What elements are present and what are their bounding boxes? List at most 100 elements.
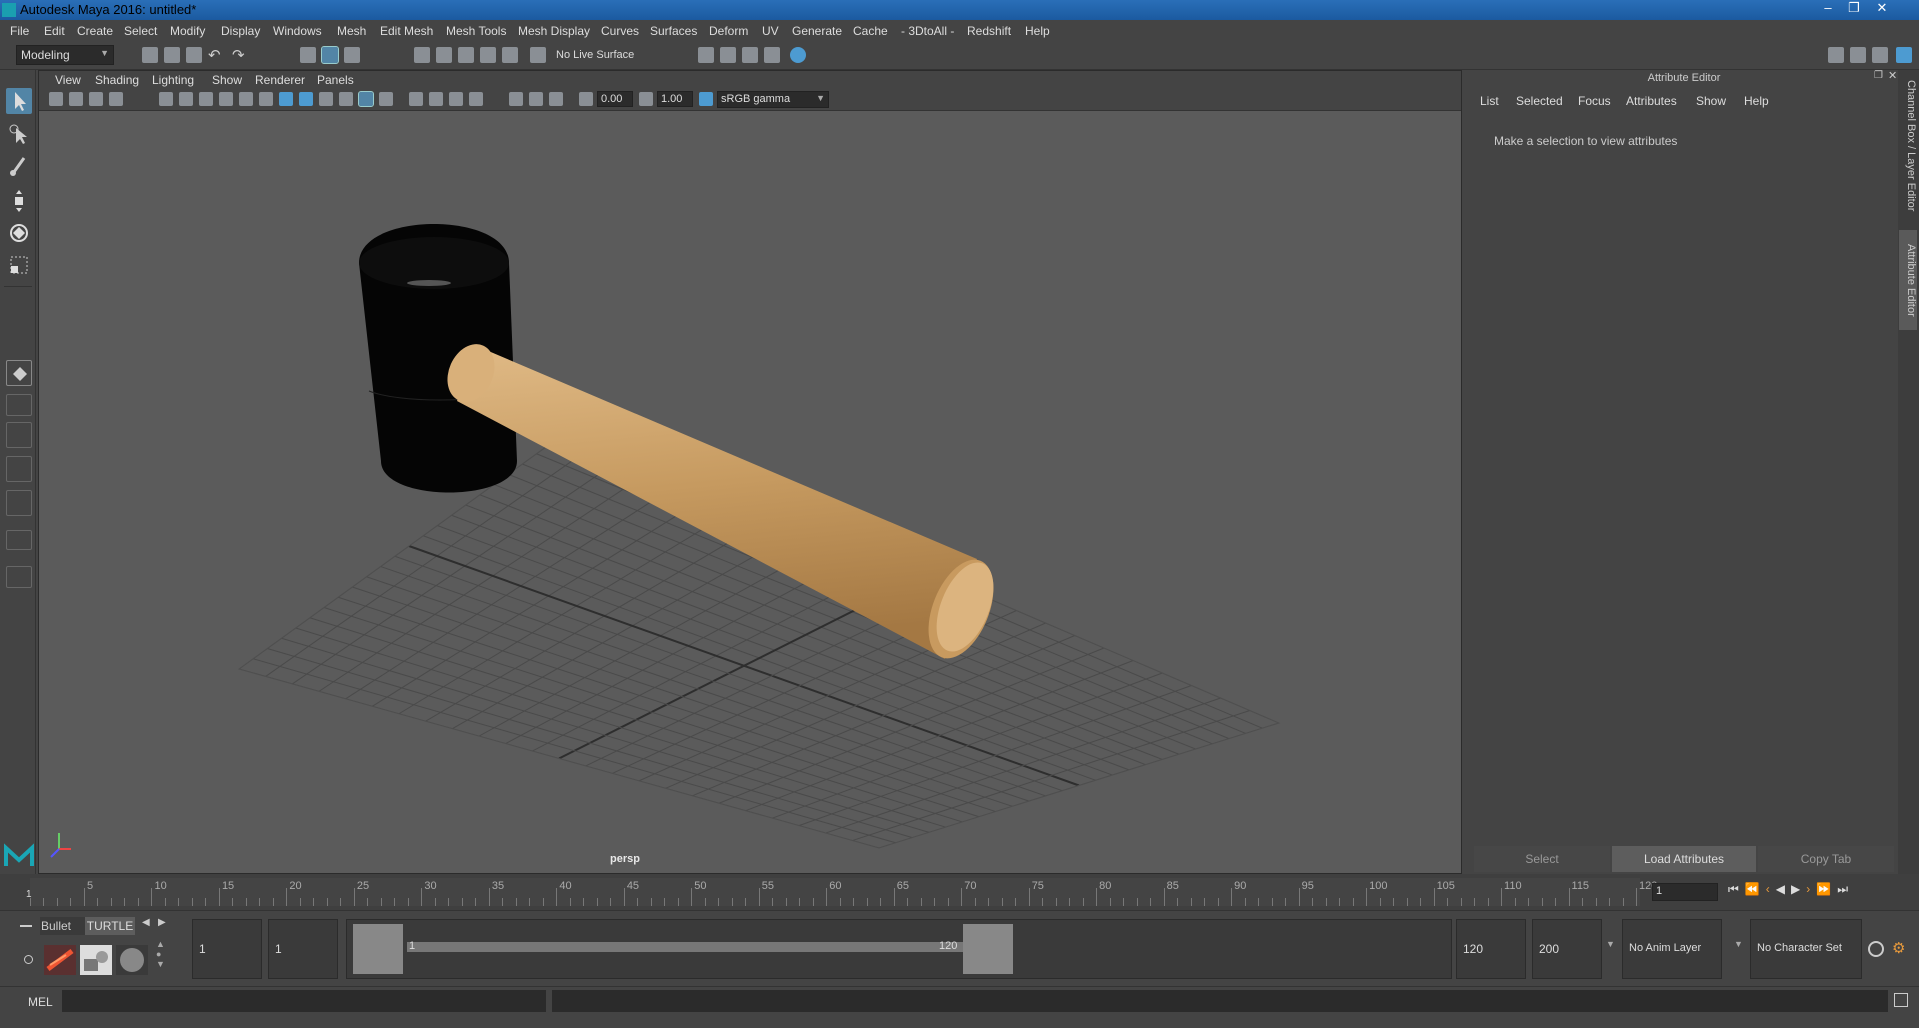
- select-camera-icon[interactable]: [49, 92, 63, 106]
- layout-options-icon[interactable]: [6, 530, 32, 550]
- select-hierarchy-icon[interactable]: [300, 47, 316, 63]
- go-to-start-icon[interactable]: ⏮: [1728, 882, 1745, 896]
- gamma-icon[interactable]: [639, 92, 653, 106]
- ipr-render-icon[interactable]: [742, 47, 758, 63]
- time-slider[interactable]: 1 5 10 15 20 25 30 35 40 45 50 55 60 65 70 75 80 85 90 95 1…: [0, 874, 1919, 910]
- step-forward-key-icon[interactable]: ⏩: [1816, 882, 1837, 896]
- range-start-handle[interactable]: [353, 924, 403, 974]
- select-button[interactable]: Select: [1474, 846, 1610, 872]
- range-bar[interactable]: [407, 942, 967, 952]
- hypershade-icon[interactable]: [790, 47, 806, 63]
- rotate-tool-icon[interactable]: [6, 220, 32, 246]
- persp-graph-layout-icon[interactable]: [6, 456, 32, 482]
- gate-mask-icon[interactable]: [219, 92, 233, 106]
- anti-aliasing-icon[interactable]: [469, 92, 483, 106]
- redo-icon[interactable]: ↷: [232, 46, 245, 64]
- shelf-scroll-vertical-icon[interactable]: ▲ ● ▼: [156, 939, 166, 979]
- menu-curves[interactable]: Curves: [601, 24, 639, 38]
- playback-start-field[interactable]: 1: [268, 919, 338, 979]
- attr-menu-attributes[interactable]: Attributes: [1626, 94, 1677, 108]
- anim-layer-dropdown[interactable]: No Anim Layer: [1622, 919, 1722, 979]
- motion-blur-icon[interactable]: [449, 92, 463, 106]
- panel-menu-panels[interactable]: Panels: [317, 73, 354, 87]
- go-to-end-icon[interactable]: ⏭: [1837, 882, 1854, 896]
- bookmark-icon[interactable]: [89, 92, 103, 106]
- shelf-tab-turtle[interactable]: TURTLE: [85, 917, 135, 935]
- panel-menu-show[interactable]: Show: [212, 73, 242, 87]
- attr-menu-show[interactable]: Show: [1696, 94, 1726, 108]
- load-attributes-button[interactable]: Load Attributes: [1612, 846, 1756, 872]
- snap-grid-icon[interactable]: [414, 47, 430, 63]
- script-editor-icon[interactable]: [1894, 993, 1908, 1007]
- copy-tab-button[interactable]: Copy Tab: [1758, 846, 1894, 872]
- snap-view-plane-icon[interactable]: [480, 47, 496, 63]
- chevron-down-icon[interactable]: ▼: [1734, 939, 1743, 949]
- persp-hypershade-layout-icon[interactable]: [6, 490, 32, 516]
- menu-surfaces[interactable]: Surfaces: [650, 24, 697, 38]
- panel-menu-shading[interactable]: Shading: [95, 73, 139, 87]
- snap-point-icon[interactable]: [458, 47, 474, 63]
- shelf-scroll-left-icon[interactable]: ◀: [142, 917, 150, 928]
- shelf-settings-icon[interactable]: [24, 955, 33, 964]
- command-language-label[interactable]: MEL: [28, 995, 53, 1009]
- menu-edit-mesh[interactable]: Edit Mesh: [380, 24, 433, 38]
- live-surface-label[interactable]: No Live Surface: [556, 49, 634, 61]
- layout-collapse-icon[interactable]: [6, 566, 32, 588]
- menu-uv[interactable]: UV: [762, 24, 779, 38]
- auto-key-icon[interactable]: [1868, 941, 1884, 957]
- isolate-select-icon[interactable]: [509, 92, 523, 106]
- character-set-dropdown[interactable]: No Character Set: [1750, 919, 1862, 979]
- channel-box-tab[interactable]: Channel Box / Layer Editor: [1899, 76, 1917, 216]
- close-icon[interactable]: ✕: [1870, 0, 1894, 18]
- close-panel-icon[interactable]: ✕: [1888, 69, 1897, 82]
- image-plane-icon[interactable]: [109, 92, 123, 106]
- move-tool-icon[interactable]: [6, 188, 32, 214]
- xray-icon[interactable]: [529, 92, 543, 106]
- menu-generate[interactable]: Generate: [792, 24, 842, 38]
- step-forward-frame-icon[interactable]: ›: [1806, 882, 1816, 896]
- character-controls-icon[interactable]: [1850, 47, 1866, 63]
- menu-redshift[interactable]: Redshift: [967, 24, 1011, 38]
- shelf-scroll-right-icon[interactable]: ▶: [158, 917, 166, 928]
- start-time-field[interactable]: 1: [192, 919, 262, 979]
- use-default-material-icon[interactable]: [319, 92, 333, 106]
- time-ruler[interactable]: 1 5 10 15 20 25 30 35 40 45 50 55 60 65 70 75 80 85 90 95 1…: [26, 878, 1657, 906]
- color-management-icon[interactable]: [699, 92, 713, 106]
- menu-set-dropdown[interactable]: Modeling ▼: [16, 45, 114, 65]
- color-space-dropdown[interactable]: sRGB gamma ▼: [717, 91, 829, 108]
- history-icon[interactable]: [530, 47, 546, 63]
- panel-menu-lighting[interactable]: Lighting: [152, 73, 194, 87]
- turtle-render-icon[interactable]: [44, 945, 76, 975]
- menu-edit[interactable]: Edit: [44, 24, 65, 38]
- panel-menu-view[interactable]: View: [55, 73, 81, 87]
- exposure-icon[interactable]: [579, 92, 593, 106]
- menu-windows[interactable]: Windows: [273, 24, 322, 38]
- step-back-key-icon[interactable]: ⏪: [1745, 882, 1766, 896]
- render-settings-icon[interactable]: [764, 47, 780, 63]
- menu-3dtoall[interactable]: - 3DtoAll -: [901, 24, 954, 38]
- menu-display[interactable]: Display: [221, 24, 260, 38]
- select-tool-icon[interactable]: [6, 88, 32, 114]
- gamma-input[interactable]: 1.00: [657, 91, 693, 107]
- four-view-layout-icon[interactable]: [6, 394, 32, 416]
- menu-help[interactable]: Help: [1025, 24, 1050, 38]
- minimize-icon[interactable]: –: [1816, 0, 1840, 18]
- step-back-frame-icon[interactable]: ‹: [1766, 882, 1776, 896]
- attr-menu-focus[interactable]: Focus: [1578, 94, 1611, 108]
- turtle-bake-icon[interactable]: [80, 945, 112, 975]
- grid-toggle-icon[interactable]: [159, 92, 173, 106]
- wireframe-icon[interactable]: [279, 92, 293, 106]
- select-object-icon[interactable]: [321, 46, 339, 64]
- shelf-menu-icon[interactable]: [20, 925, 32, 927]
- safe-action-icon[interactable]: [259, 92, 273, 106]
- render-frame-icon[interactable]: [720, 47, 736, 63]
- anim-preferences-icon[interactable]: ⚙: [1892, 939, 1910, 957]
- menu-file[interactable]: File: [10, 24, 29, 38]
- use-all-lights-icon[interactable]: [379, 92, 393, 106]
- exposure-input[interactable]: 0.00: [597, 91, 633, 107]
- paint-select-tool-icon[interactable]: [6, 154, 32, 180]
- command-input[interactable]: [62, 990, 546, 1012]
- menu-create[interactable]: Create: [77, 24, 113, 38]
- lasso-tool-icon[interactable]: [6, 122, 32, 148]
- turtle-surface-sampler-icon[interactable]: [116, 945, 148, 975]
